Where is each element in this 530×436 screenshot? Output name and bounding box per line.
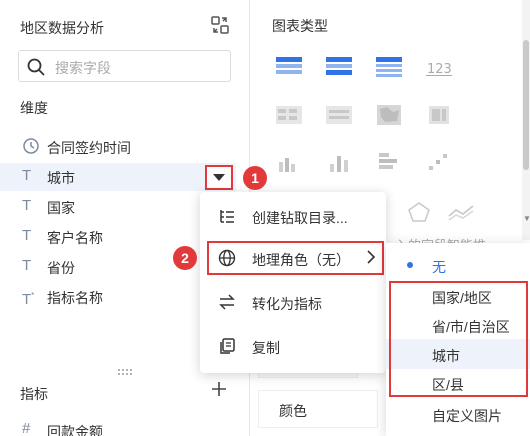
- text-type-star-icon: T*: [22, 291, 35, 308]
- map-chart-icon[interactable]: [375, 103, 403, 127]
- radar-chart-icon[interactable]: [405, 200, 433, 224]
- metric-section-label: 指标: [20, 386, 48, 402]
- geo-option-label: 无: [432, 259, 446, 275]
- scroll-down-icon[interactable]: ▼: [523, 214, 530, 223]
- menu-item-label: 地理角色（无）: [252, 252, 350, 268]
- globe-icon: [218, 249, 236, 267]
- geo-options-highlight-box: [389, 281, 528, 397]
- switch-dataset-icon[interactable]: [210, 15, 230, 35]
- detail-table-icon[interactable]: [375, 55, 403, 79]
- text-type-icon: T: [22, 197, 32, 214]
- menu-item-label: 转化为指标: [252, 296, 322, 312]
- selected-dot-icon: [407, 262, 413, 268]
- field-dropdown-button[interactable]: [205, 165, 233, 190]
- geo-option-label: 自定义图片: [432, 408, 502, 424]
- caret-down-icon: [213, 174, 225, 181]
- number-card-icon[interactable]: 123: [425, 55, 453, 79]
- geo-option-custom-image[interactable]: 自定义图片: [386, 399, 530, 429]
- grouped-bar-icon[interactable]: [275, 150, 303, 174]
- text-type-icon: T: [22, 227, 32, 244]
- menu-item-create-drill[interactable]: 创建钻取目录...: [200, 196, 386, 236]
- metric-field-label: 回款金额: [47, 424, 103, 436]
- chart-type-label: 图表类型: [272, 18, 328, 34]
- text-widget-icon[interactable]: [425, 103, 453, 127]
- menu-item-label: 复制: [252, 340, 280, 356]
- geo-option-none[interactable]: 无: [386, 250, 530, 280]
- menu-item-geo-role[interactable]: 地理角色（无）: [200, 240, 386, 280]
- color-label: 颜色: [279, 403, 307, 419]
- bar-chart-icon[interactable]: [325, 150, 353, 174]
- copy-icon: [220, 338, 235, 354]
- add-metric-icon[interactable]: [210, 380, 228, 398]
- kpi-card-icon[interactable]: [325, 103, 353, 127]
- dimension-field-label: 合同签约时间: [47, 140, 131, 156]
- step-marker-2: 2: [173, 246, 197, 270]
- field-search[interactable]: 搜索字段: [18, 50, 231, 82]
- dimension-section-label: 维度: [20, 100, 48, 116]
- search-icon: [27, 58, 45, 76]
- table-chart-icon[interactable]: [275, 55, 303, 79]
- convert-arrows-icon: [219, 294, 235, 310]
- chart-type-scroll-thumb[interactable]: [523, 40, 529, 170]
- dimension-field-label: 国家: [47, 200, 75, 216]
- dimension-field-label: 指标名称: [47, 290, 103, 306]
- hash-icon: #: [22, 420, 31, 436]
- dimension-field-label: 省份: [47, 260, 75, 276]
- drill-tree-icon: [220, 210, 234, 223]
- field-context-menu: 创建钻取目录... 地理角色（无） 转化为指标 复制: [200, 192, 386, 373]
- dataset-title: 地区数据分析: [20, 20, 104, 36]
- dimension-field-contract-time[interactable]: 合同签约时间: [0, 133, 240, 161]
- clock-icon: [23, 138, 39, 154]
- horizontal-bar-icon[interactable]: [375, 150, 403, 174]
- chevron-right-icon: [367, 250, 376, 264]
- step-marker-1: 1: [243, 166, 267, 190]
- crosstab-chart-icon[interactable]: [325, 55, 353, 79]
- resize-grip-icon[interactable]: [117, 368, 133, 376]
- metric-field-payment[interactable]: # 回款金额: [0, 418, 240, 436]
- line-chart-icon[interactable]: [447, 200, 475, 224]
- menu-item-convert-metric[interactable]: 转化为指标: [200, 282, 386, 322]
- text-type-icon: T: [22, 257, 32, 274]
- color-config[interactable]: 颜色: [258, 390, 378, 428]
- search-placeholder: 搜索字段: [55, 60, 111, 76]
- dimension-field-label: 城市: [47, 170, 75, 186]
- kpi-grid-icon[interactable]: [275, 103, 303, 127]
- dimension-field-label: 客户名称: [47, 230, 103, 246]
- text-type-icon: T: [22, 167, 32, 184]
- menu-item-copy[interactable]: 复制: [200, 326, 386, 366]
- menu-item-label: 创建钻取目录...: [252, 210, 348, 226]
- svg-text:123: 123: [427, 62, 452, 77]
- dimension-field-city[interactable]: T 城市: [0, 163, 236, 191]
- scatter-chart-icon[interactable]: [425, 150, 453, 174]
